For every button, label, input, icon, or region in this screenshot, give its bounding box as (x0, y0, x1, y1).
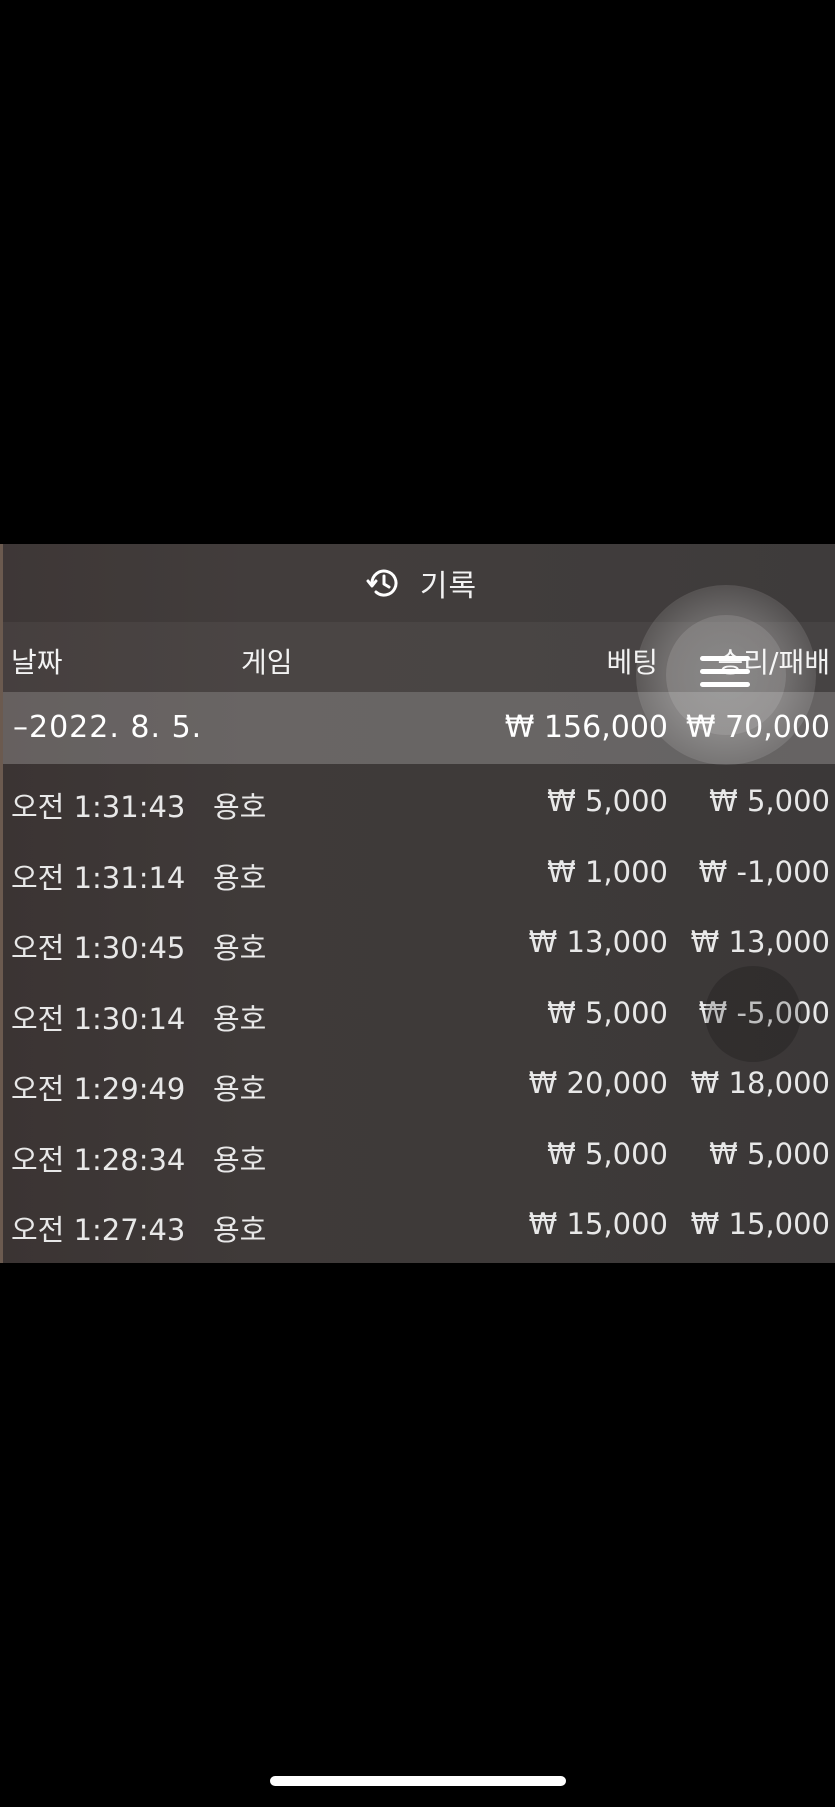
background-game-button (705, 966, 801, 1062)
row-time: 오전 1:27:43 (11, 1213, 186, 1247)
row-win-loss: ₩ 13,000 (690, 925, 830, 959)
history-icon (366, 569, 398, 597)
row-game: 용호 (213, 931, 267, 965)
row-game: 용호 (213, 790, 267, 824)
menu-icon-bar (700, 656, 750, 661)
row-bet: ₩ 5,000 (547, 995, 668, 1030)
row-game: 용호 (213, 1142, 267, 1177)
row-win-loss: ₩ 18,000 (690, 1066, 830, 1100)
table-row[interactable]: 오전 1:30:45 용호 ₩ 13,000 ₩ 13,000 (3, 905, 835, 976)
panel-title: 기록 (419, 569, 478, 604)
column-header-game[interactable]: 게임 (241, 641, 293, 681)
menu-icon-bar (700, 669, 750, 674)
row-time: 오전 1:31:43 (11, 790, 186, 824)
row-bet: ₩ 13,000 (528, 925, 668, 959)
group-bet-total: ₩ 156,000 (504, 710, 668, 745)
menu-icon-bar (700, 682, 750, 687)
row-game: 용호 (213, 860, 267, 895)
row-game: 용호 (213, 1001, 267, 1036)
column-header-date[interactable]: 날짜 (11, 641, 63, 681)
table-row[interactable]: 오전 1:31:43 용호 ₩ 5,000 ₩ 5,000 (3, 764, 835, 835)
row-bet: ₩ 5,000 (547, 1136, 668, 1171)
row-time: 오전 1:30:45 (11, 931, 186, 965)
row-game: 용호 (213, 1213, 267, 1247)
row-time: 오전 1:28:34 (11, 1142, 186, 1177)
row-bet: ₩ 1,000 (547, 854, 668, 889)
row-win-loss: ₩ 5,000 (709, 1136, 830, 1171)
row-game: 용호 (213, 1072, 267, 1106)
row-time: 오전 1:31:14 (11, 860, 186, 895)
table-row[interactable]: 오전 1:28:34 용호 ₩ 5,000 ₩ 5,000 (3, 1117, 835, 1188)
group-date: –2022. 8. 5. (13, 710, 203, 745)
row-time: 오전 1:30:14 (11, 1001, 186, 1036)
row-win-loss: ₩ 15,000 (690, 1207, 830, 1241)
home-indicator[interactable] (270, 1776, 566, 1786)
table-row[interactable]: 오전 1:27:43 용호 ₩ 15,000 ₩ 15,000 (3, 1187, 835, 1258)
row-win-loss: ₩ -1,000 (698, 854, 830, 889)
row-time: 오전 1:29:49 (11, 1072, 186, 1106)
row-bet: ₩ 15,000 (528, 1207, 668, 1241)
menu-icon[interactable] (700, 656, 750, 692)
table-row[interactable]: 오전 1:31:14 용호 ₩ 1,000 ₩ -1,000 (3, 835, 835, 906)
row-bet: ₩ 20,000 (528, 1066, 668, 1100)
row-win-loss: ₩ 5,000 (709, 784, 830, 818)
group-collapse-toggle[interactable]: – (13, 710, 29, 745)
row-bet: ₩ 5,000 (547, 784, 668, 818)
table-row[interactable]: 오전 1:29:49 용호 ₩ 20,000 ₩ 18,000 (3, 1046, 835, 1117)
